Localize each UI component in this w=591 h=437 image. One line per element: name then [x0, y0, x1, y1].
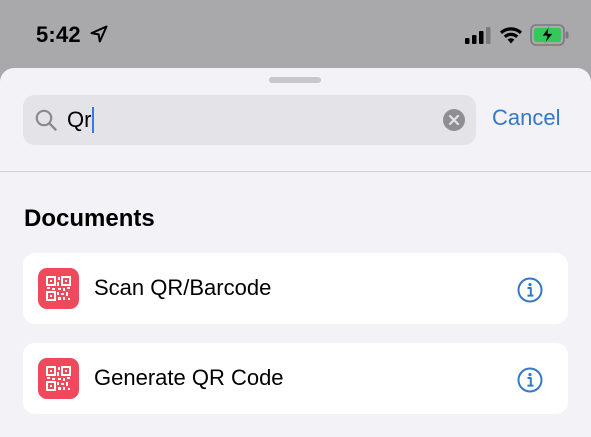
screen: 5:42 Qr Cancel Documents Scan QR/Barcode…	[0, 0, 591, 437]
search-field[interactable]: Qr	[23, 95, 476, 145]
battery-charging-icon	[530, 24, 569, 46]
cancel-button[interactable]: Cancel	[492, 105, 560, 131]
divider	[0, 171, 591, 172]
section-heading: Documents	[24, 205, 155, 232]
wifi-icon	[500, 27, 522, 44]
cellular-signal-icon	[465, 27, 491, 44]
action-label: Generate QR Code	[94, 365, 284, 390]
search-icon	[35, 109, 57, 131]
location-arrow-icon	[90, 25, 108, 43]
qr-code-icon	[38, 268, 79, 309]
action-search-sheet: Qr Cancel Documents Scan QR/Barcode Gene…	[0, 68, 591, 437]
qr-code-icon	[38, 358, 79, 399]
search-input[interactable]: Qr	[67, 105, 95, 135]
action-row-scan-qr-barcode[interactable]: Scan QR/Barcode	[23, 253, 568, 324]
text-caret	[92, 107, 95, 133]
status-bar: 5:42	[0, 0, 591, 70]
search-input-value: Qr	[67, 107, 92, 132]
clear-icon[interactable]	[443, 109, 465, 131]
status-time: 5:42	[36, 22, 81, 47]
info-icon[interactable]	[517, 277, 543, 303]
action-row-generate-qr-code[interactable]: Generate QR Code	[23, 343, 568, 414]
action-label: Scan QR/Barcode	[94, 275, 272, 300]
info-icon[interactable]	[517, 367, 543, 393]
sheet-grabber[interactable]	[269, 77, 321, 83]
